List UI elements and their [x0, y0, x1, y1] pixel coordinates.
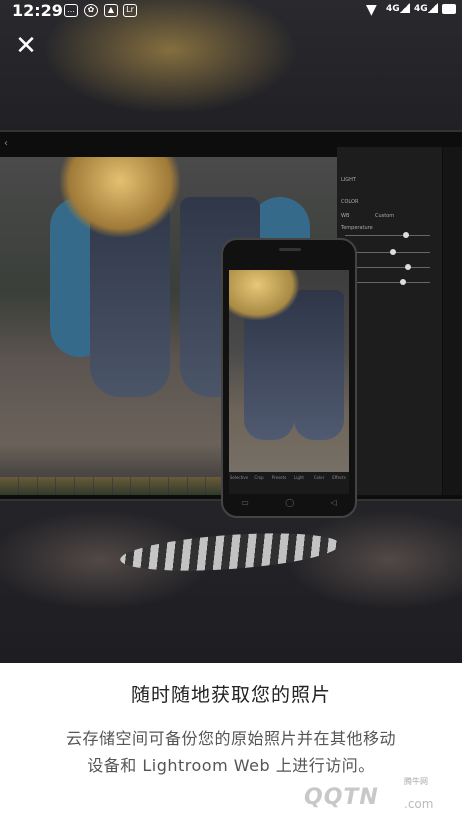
- slider[interactable]: [345, 279, 430, 285]
- tool-label[interactable]: Effects: [329, 472, 349, 494]
- slider[interactable]: [345, 264, 430, 270]
- signal-icon: [428, 3, 438, 13]
- watermark-logo: QQTN: [304, 785, 379, 810]
- slider[interactable]: [345, 232, 430, 238]
- image-icon: ▲: [104, 4, 118, 17]
- signal-icon: [400, 3, 410, 13]
- battery-icon: [442, 4, 456, 14]
- panel-temperature-label: Temperature: [341, 225, 373, 231]
- slider[interactable]: [345, 249, 430, 255]
- tool-label[interactable]: Crop: [249, 472, 269, 494]
- close-icon: ✕: [15, 31, 37, 61]
- tablet-side-toolbar: [443, 147, 462, 495]
- hero-background-photo: 12:29 … ✿ ▲ Lr ▼ 4G 4G ✕ ‹ LIGHT COLOR W…: [0, 0, 462, 663]
- back-icon: ◁: [330, 498, 337, 507]
- tool-label[interactable]: Color: [309, 472, 329, 494]
- lightroom-icon: Lr: [123, 4, 137, 17]
- back-arrow-icon: ‹: [4, 138, 8, 149]
- status-time: 12:29: [12, 1, 63, 20]
- caption-title: 随时随地获取您的照片: [130, 684, 331, 706]
- watermark-site: 腾牛网: [404, 777, 428, 786]
- phone-edit-toolbar: Selective Crop Presets Light Color Effec…: [229, 472, 349, 494]
- network-label-2: 4G: [414, 4, 428, 14]
- tool-label[interactable]: Presets: [269, 472, 289, 494]
- tool-label[interactable]: Selective: [229, 472, 249, 494]
- filmstrip: [0, 477, 225, 495]
- caption-body: 云存储空间可备份您的原始照片并在其他移动设备和 Lightroom Web 上进…: [65, 729, 396, 775]
- phone-nav-bar: ▭ ◯ ◁: [223, 498, 355, 510]
- phone-mockup: Selective Crop Presets Light Color Effec…: [221, 238, 357, 518]
- chat-icon: …: [64, 4, 78, 17]
- wifi-icon: ▼: [366, 2, 377, 18]
- tool-label[interactable]: Light: [289, 472, 309, 494]
- flower-icon: ✿: [84, 4, 98, 17]
- feather-image: [119, 527, 341, 577]
- panel-light-label: LIGHT: [341, 177, 356, 183]
- phone-photo: [229, 270, 349, 472]
- panel-wb-value: Custom: [375, 213, 395, 219]
- watermark: 腾牛网 QQTN .com: [300, 775, 456, 815]
- close-button[interactable]: ✕: [14, 31, 38, 61]
- home-icon: ◯: [285, 498, 295, 507]
- watermark-domain: .com: [404, 797, 434, 811]
- network-label-1: 4G: [386, 4, 400, 14]
- panel-color-label: COLOR: [341, 199, 359, 205]
- status-bar: 12:29 … ✿ ▲ Lr ▼ 4G 4G: [0, 0, 462, 22]
- recent-apps-icon: ▭: [241, 498, 249, 507]
